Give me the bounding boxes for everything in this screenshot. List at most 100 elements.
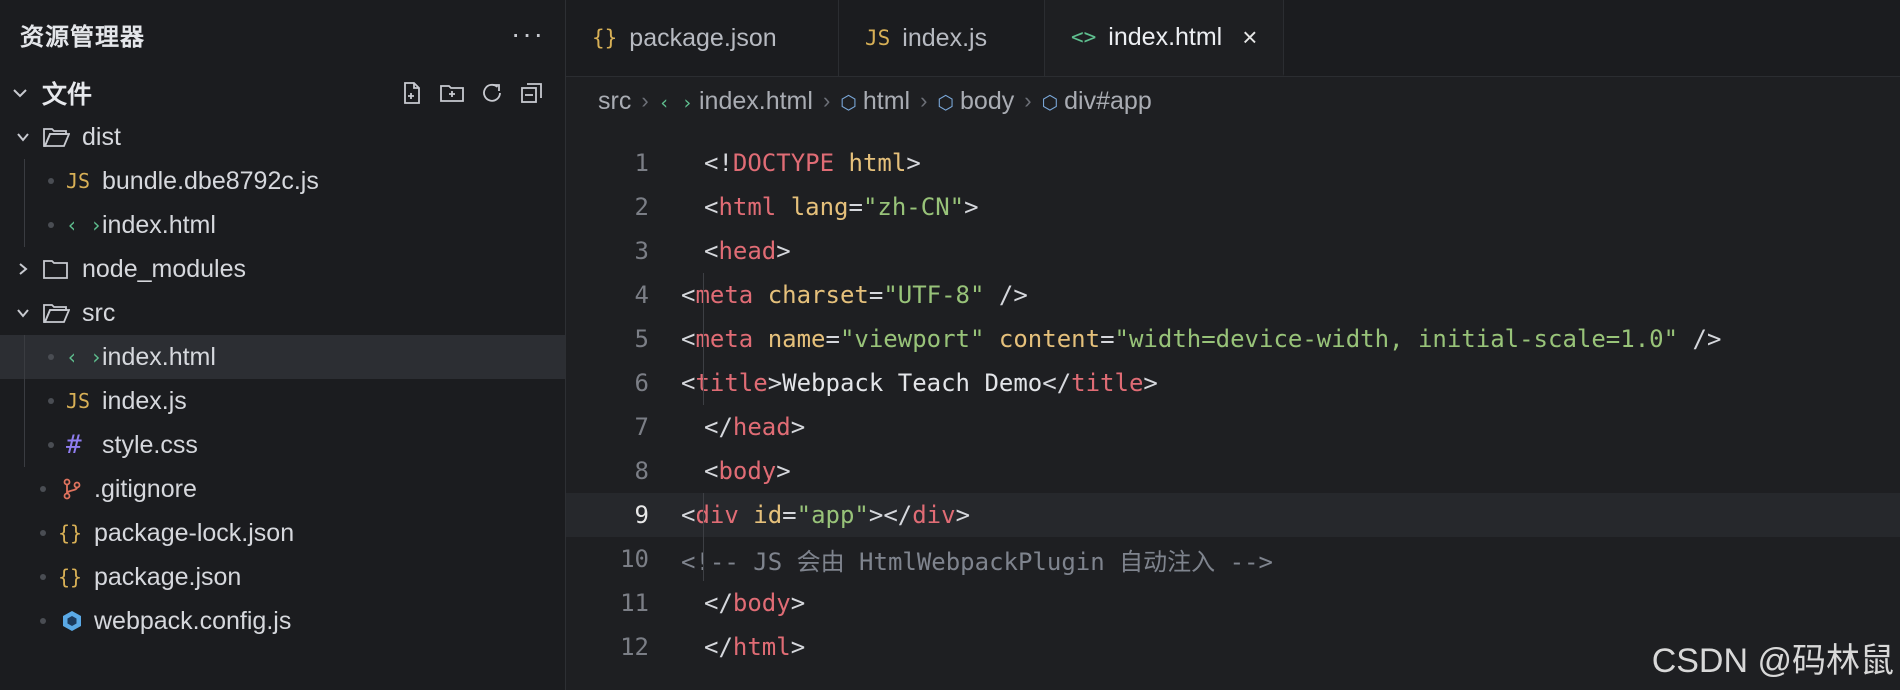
code-token: ></ (868, 501, 913, 529)
tree-folder[interactable]: node_modules (0, 247, 565, 291)
tree-file[interactable]: webpack.config.js (0, 599, 565, 643)
tree-item-label: webpack.config.js (94, 606, 292, 635)
json-file-icon: {} (592, 26, 618, 50)
code-token: > (776, 457, 791, 485)
tab-package-json[interactable]: {} package.json (566, 0, 839, 76)
code-token: </ (1042, 369, 1072, 397)
code-token: div (912, 501, 956, 529)
code-token: "viewport" (839, 325, 985, 353)
code-line: 4 <meta charset="UTF-8" /> (566, 273, 1900, 317)
tab-index-html[interactable]: <> index.html × (1045, 0, 1284, 76)
indent-guide (24, 335, 25, 467)
code-line: 8 <body> (566, 449, 1900, 493)
code-token: < (681, 325, 696, 353)
tree-dot (40, 530, 46, 536)
tree-item-label: index.html (102, 210, 216, 239)
breadcrumb-div[interactable]: ⬡ div#app (1042, 87, 1152, 116)
tree-dot (40, 618, 46, 624)
html-file-icon: <> (1071, 25, 1097, 49)
breadcrumb-src[interactable]: src (598, 87, 631, 116)
tree-file[interactable]: .gitignore (0, 467, 565, 511)
tree-file[interactable]: {} package-lock.json (0, 511, 565, 555)
breadcrumb-body[interactable]: ⬡ body (937, 87, 1014, 116)
more-actions-icon[interactable]: ··· (511, 18, 545, 50)
tree-file[interactable]: JS bundle.dbe8792c.js (0, 159, 565, 203)
chevron-down-icon (17, 309, 29, 318)
line-number: 1 (634, 149, 649, 177)
tree-file[interactable]: JS index.js (0, 379, 565, 423)
code-line: 7 </head> (566, 405, 1900, 449)
code-token: = (848, 193, 863, 221)
folder-open-icon (43, 304, 70, 323)
tree-item-label: style.css (102, 430, 198, 459)
code-token: Webpack Teach Demo (782, 369, 1043, 397)
close-icon[interactable]: × (1242, 22, 1257, 53)
chevron-right-icon: › (1024, 88, 1032, 113)
html-file-icon: ‹ › (66, 213, 103, 237)
collapse-all-icon[interactable] (519, 80, 545, 106)
breadcrumb-html[interactable]: ⬡ html (840, 87, 910, 116)
line-number: 5 (634, 325, 649, 353)
chevron-down-icon (17, 133, 29, 142)
watermark: CSDN @码林鼠 (1651, 642, 1894, 680)
code-editor[interactable]: 1 <!DOCTYPE html> 2 <html lang="zh-CN"> 3 <he… (566, 141, 1900, 669)
tree-file[interactable]: ‹ › index.html (0, 335, 565, 379)
tab-bar: {} package.json JS index.js <> index.htm… (566, 0, 1900, 77)
tree-folder[interactable]: src (0, 291, 565, 335)
explorer-actions (399, 80, 565, 106)
tree-dot (48, 354, 54, 360)
tree-file[interactable]: ‹ › index.html (0, 203, 565, 247)
tree-dot (48, 398, 54, 404)
code-line: 2 <html lang="zh-CN"> (566, 185, 1900, 229)
ide-window: 资源管理器 ··· 文件 dist JS bundle.dbe8792c.js ‹ ›… (0, 0, 1900, 690)
folder-icon (43, 260, 68, 279)
code-token: html (848, 149, 907, 177)
code-token: meta (695, 325, 754, 353)
tree-folder[interactable]: dist (0, 115, 565, 159)
new-folder-icon[interactable] (439, 80, 465, 106)
tree-dot (48, 222, 54, 228)
html-file-icon: ‹ › (658, 91, 693, 114)
breadcrumb-file[interactable]: ‹ › index.html (659, 87, 813, 116)
refresh-icon[interactable] (479, 80, 505, 106)
code-line: 6 <title>Webpack Teach Demo</title> (566, 361, 1900, 405)
git-icon (63, 478, 81, 500)
tab-index-js[interactable]: JS index.js (839, 0, 1045, 76)
new-file-icon[interactable] (399, 80, 425, 106)
code-token: div (695, 501, 739, 529)
code-token: < (704, 237, 719, 265)
css-file-icon: # (66, 430, 82, 460)
code-token: > (955, 501, 971, 529)
tree-item-label: dist (82, 122, 121, 151)
code-token: </ (704, 633, 733, 661)
code-token: /> (1678, 325, 1722, 353)
code-token: > (964, 193, 979, 221)
element-icon: ⬡ (840, 91, 857, 114)
indent-guide (703, 361, 704, 405)
tree-file[interactable]: {} package.json (0, 555, 565, 599)
line-number: 9 (634, 501, 649, 529)
code-token: name (767, 325, 826, 353)
code-token: > (790, 633, 806, 661)
tree-item-label: bundle.dbe8792c.js (102, 166, 319, 195)
line-number: 2 (634, 193, 649, 221)
breadcrumb: src › ‹ › index.html › ⬡ html › ⬡ body › ⬡ d… (566, 77, 1900, 125)
code-line: 11 </body> (566, 581, 1900, 625)
code-token: "width=device-width, initial-scale=1.0" (1114, 325, 1679, 353)
html-file-icon: ‹ › (66, 345, 103, 369)
code-text: </body> (704, 589, 805, 617)
tree-item-label: src (82, 298, 116, 327)
code-line: 3 <head> (566, 229, 1900, 273)
tree-file[interactable]: # style.css (0, 423, 565, 467)
code-token: head (732, 413, 791, 441)
code-token: < (704, 457, 719, 485)
files-section-header[interactable]: 文件 (0, 71, 565, 115)
indent-guide (703, 537, 704, 581)
code-text: </head> (704, 413, 805, 441)
breadcrumb-div-label: div#app (1064, 86, 1152, 115)
tree-item-label: node_modules (82, 254, 247, 283)
line-number: 8 (634, 457, 649, 485)
